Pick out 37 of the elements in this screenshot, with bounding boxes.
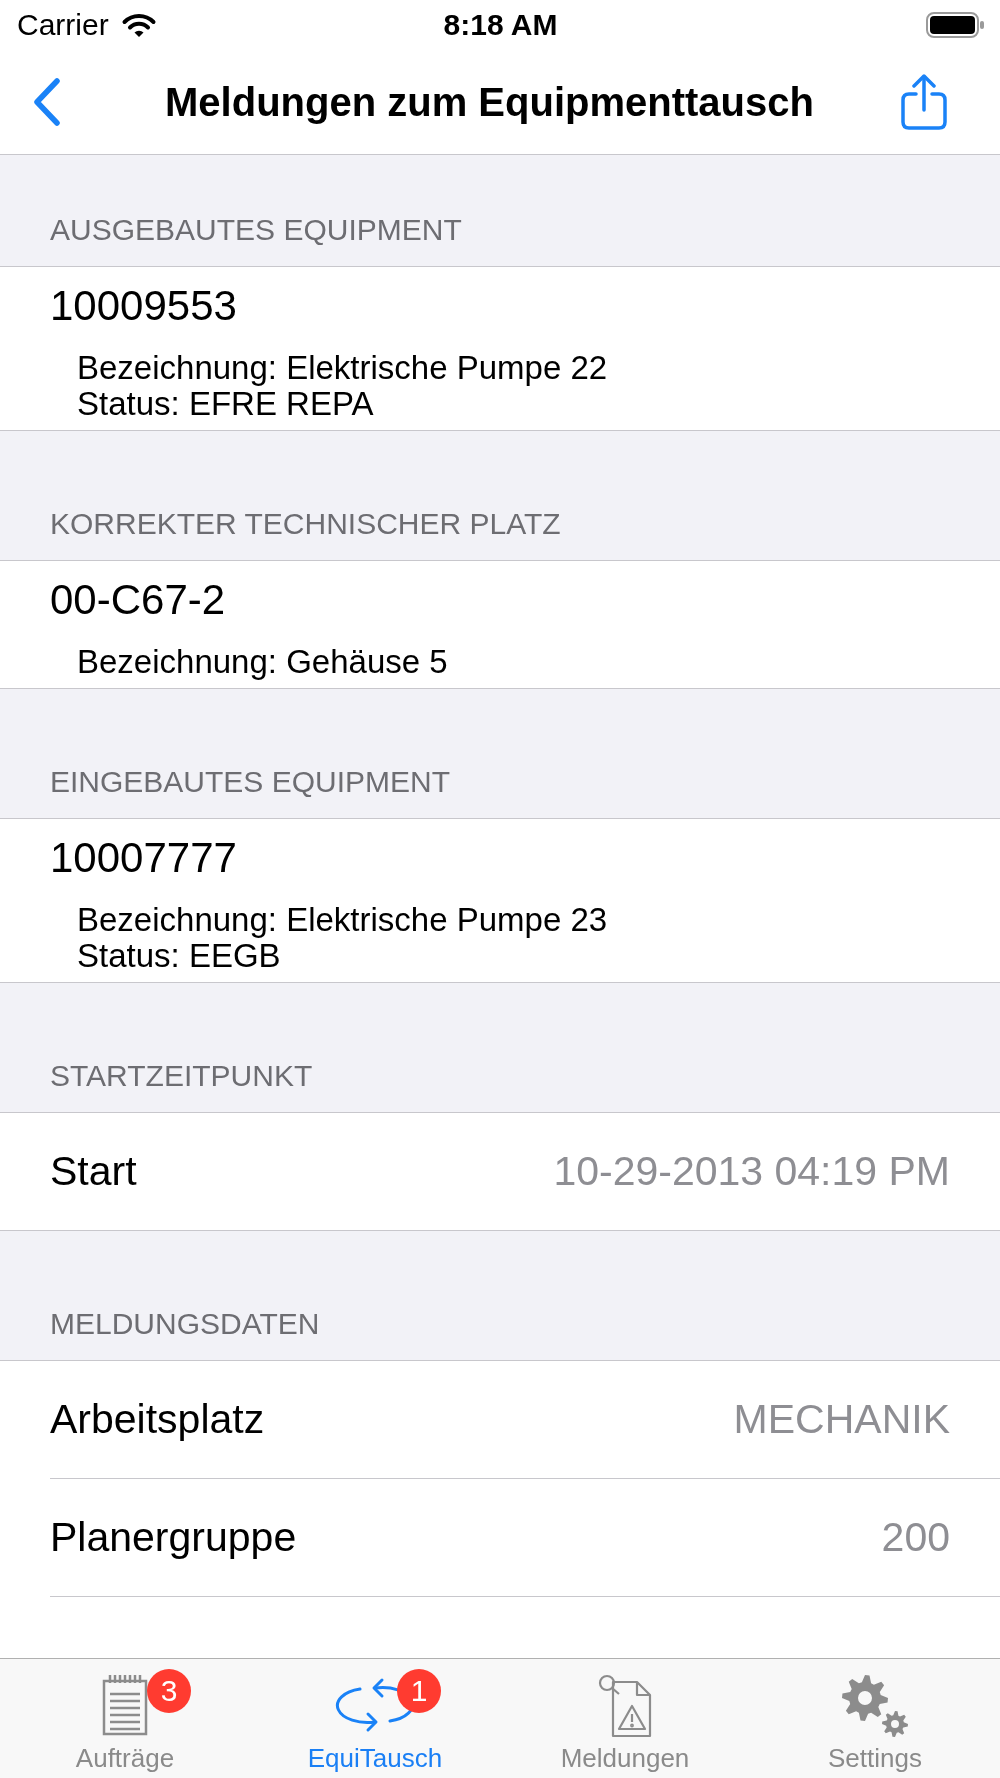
carrier-name: Carrier (17, 8, 109, 42)
tab-button[interactable]: Meldungen (500, 1659, 750, 1778)
notification-badge: 1 (397, 1669, 441, 1713)
cell-title: 00-C67-2 (50, 576, 226, 624)
section-header: MELDUNGSDATEN (50, 1306, 320, 1342)
cell-detail: Status: EFRE REPA (77, 386, 374, 422)
nav-title: Meldungen zum Equipmenttausch (165, 79, 814, 125)
settings-icon (841, 1674, 909, 1738)
row-value: 10-29-2013 04:19 PM (553, 1148, 950, 1195)
section-header: EINGEBAUTES EQUIPMENT (50, 764, 451, 800)
section-header: KORREKTER TECHNISCHER PLATZ (50, 506, 561, 542)
cell-detail: Bezeichnung: Gehäuse 5 (77, 644, 448, 680)
tab-button[interactable]: Settings (750, 1659, 1000, 1778)
row-label: Start (50, 1148, 137, 1195)
back-button[interactable] (32, 78, 62, 126)
cell-title: 10009553 (50, 282, 237, 330)
row-label: Planergruppe (50, 1514, 297, 1561)
share-icon (901, 74, 947, 130)
cell-detail: Bezeichnung: Elektrische Pumpe 23 (77, 902, 608, 938)
share-button[interactable] (901, 74, 947, 130)
notepad-icon (100, 1674, 150, 1736)
document-warning-icon (597, 1674, 653, 1738)
clock-time: 8:18 AM (443, 8, 558, 42)
row-value: MECHANIK (733, 1396, 950, 1443)
battery-icon (926, 12, 984, 38)
cell-detail: Bezeichnung: Elektrische Pumpe 22 (77, 350, 608, 386)
wifi-icon (120, 12, 157, 38)
tab-button[interactable]: 3 Aufträge (0, 1659, 250, 1778)
notification-badge: 3 (147, 1669, 191, 1713)
cell-detail: Status: EEGB (77, 938, 281, 974)
section-header: AUSGEBAUTES EQUIPMENT (50, 212, 462, 248)
cell-title: 10007777 (50, 834, 237, 882)
row-label: Arbeitsplatz (50, 1396, 265, 1443)
chevron-left-icon (32, 78, 62, 126)
row-value: 200 (881, 1514, 950, 1561)
tab-button[interactable]: 1 EquiTausch (250, 1659, 500, 1778)
section-header: STARTZEITPUNKT (50, 1058, 313, 1094)
